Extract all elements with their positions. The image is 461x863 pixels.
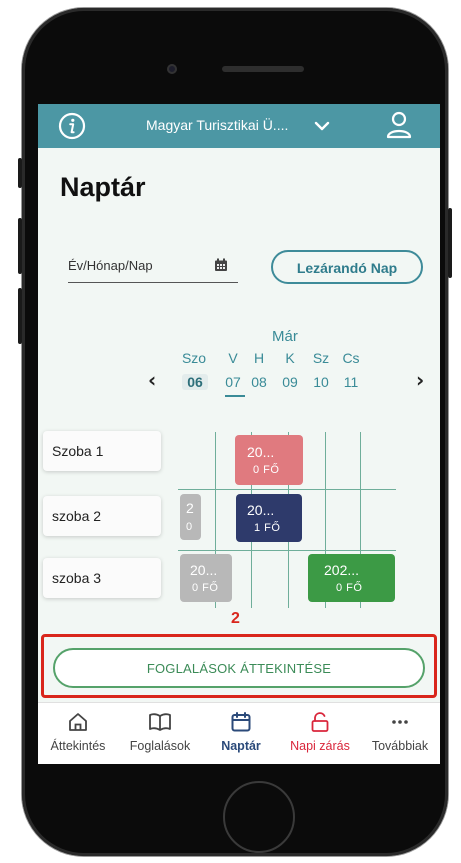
speaker-grille	[222, 66, 304, 72]
booking-guests: 1 FŐ	[254, 522, 281, 534]
day-number-selected[interactable]: 06	[182, 374, 208, 390]
booking-block[interactable]: 20... 1 FŐ	[236, 494, 302, 542]
booking-date: 20...	[247, 502, 275, 518]
user-icon[interactable]	[386, 111, 412, 139]
close-day-button[interactable]: Lezárandó Nap	[271, 250, 423, 284]
day-number[interactable]: 11	[335, 374, 367, 390]
day-abbr: K	[285, 350, 295, 366]
prev-week-arrow[interactable]: ‹	[148, 370, 156, 390]
app-header: Magyar Turisztikai Ü....	[38, 104, 440, 148]
calendar-icon	[231, 712, 251, 732]
mute-switch	[18, 158, 22, 188]
home-icon	[69, 713, 87, 731]
calendar-icon[interactable]	[214, 258, 228, 272]
chevron-down-icon[interactable]	[314, 118, 330, 134]
day-number[interactable]: 08	[243, 374, 275, 390]
lock-icon	[311, 712, 329, 732]
booking-guests: 0 FŐ	[192, 582, 219, 594]
power-button	[448, 208, 452, 278]
tab-bookings[interactable]: Foglalások	[118, 703, 202, 764]
tab-label: Foglalások	[129, 739, 191, 753]
current-day-indicator	[225, 395, 245, 397]
tab-calendar[interactable]: Naptár	[202, 703, 280, 764]
booking-guests: 0 FŐ	[253, 464, 280, 476]
booking-guests: 0 FŐ	[336, 582, 363, 594]
info-circle-icon[interactable]	[58, 112, 86, 140]
room-label[interactable]: Szoba 1	[43, 431, 161, 471]
grid-line	[178, 489, 396, 490]
month-label: Már	[272, 328, 298, 345]
booking-block[interactable]: 202... 0 FŐ	[308, 554, 395, 602]
tab-label: Áttekintés	[50, 739, 106, 753]
next-week-arrow[interactable]: ›	[416, 370, 424, 390]
annotation-step-number: 2	[231, 610, 240, 627]
tab-label: Továbbiak	[371, 739, 429, 753]
day-abbr: Sz	[312, 350, 330, 366]
booking-block[interactable]: 20... 0 FŐ	[235, 435, 303, 485]
volume-up-button	[18, 218, 22, 274]
booking-block[interactable]: 20... 0 FŐ	[180, 554, 232, 602]
date-filter-field[interactable]: Év/Hónap/Nap	[68, 252, 238, 283]
room-label[interactable]: szoba 3	[43, 558, 161, 598]
app-screen: Magyar Turisztikai Ü.... Naptár Év/Hónap…	[38, 104, 440, 764]
tab-label: Napi zárás	[290, 739, 350, 753]
day-abbr: Szo	[181, 350, 207, 366]
booking-block[interactable]: 2 0	[180, 494, 201, 540]
day-number[interactable]: 10	[305, 374, 337, 390]
day-abbr: Cs	[342, 350, 360, 366]
volume-down-button	[18, 288, 22, 344]
organization-selector[interactable]: Magyar Turisztikai Ü....	[146, 117, 288, 133]
tab-overview[interactable]: Áttekintés	[38, 703, 118, 764]
booking-date: 2	[186, 500, 194, 516]
booking-date: 202...	[324, 562, 360, 578]
grid-line	[178, 550, 396, 551]
tab-daily-closing[interactable]: Napi zárás	[280, 703, 360, 764]
tab-more[interactable]: Továbbiak	[360, 703, 440, 764]
day-number[interactable]: 09	[274, 374, 306, 390]
more-icon	[392, 720, 408, 724]
page-title: Naptár	[60, 172, 146, 202]
day-abbr: H	[253, 350, 265, 366]
date-filter-placeholder: Év/Hónap/Nap	[68, 258, 153, 273]
front-camera	[167, 64, 177, 74]
tab-label: Naptár	[221, 739, 261, 753]
book-icon	[149, 713, 171, 731]
booking-date: 20...	[190, 562, 218, 578]
home-button	[223, 781, 295, 853]
bookings-overview-button[interactable]: FOGLALÁSOK ÁTTEKINTÉSE	[53, 648, 425, 688]
booking-guests: 0	[186, 521, 193, 533]
room-label[interactable]: szoba 2	[43, 496, 161, 536]
booking-date: 20...	[247, 444, 275, 460]
bottom-tab-bar: Áttekintés Foglalások Naptár Napi zárás	[38, 702, 440, 764]
